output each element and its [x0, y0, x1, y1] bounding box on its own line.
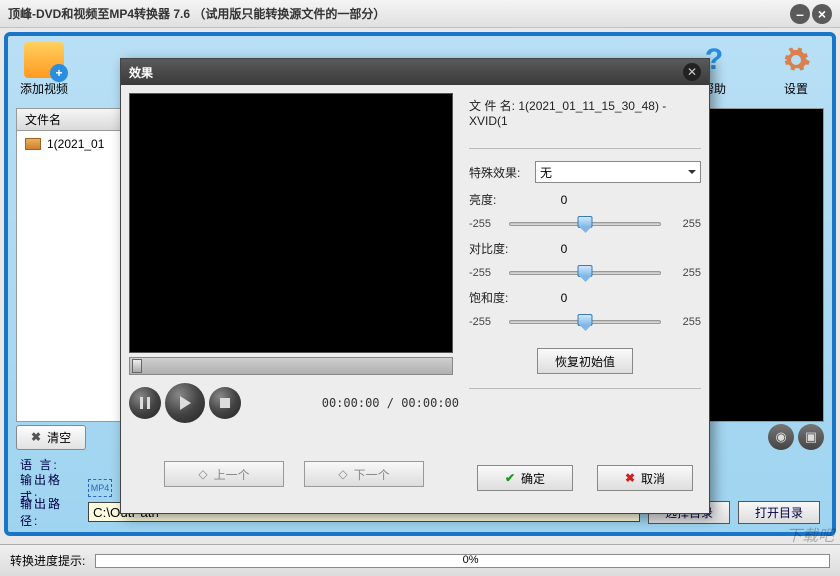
saturation-label: 饱和度:: [469, 289, 535, 306]
next-label: 下一个: [354, 466, 390, 483]
open-folder-button[interactable]: ▣: [798, 424, 824, 450]
minimize-button[interactable]: –: [790, 4, 810, 24]
cancel-label: 取消: [641, 470, 665, 487]
dialog-title: 效果: [129, 64, 683, 81]
add-video-button[interactable]: + 添加视频: [20, 42, 68, 97]
x-icon: ✖: [31, 430, 41, 444]
prev-button[interactable]: ◇ 上一个: [164, 461, 284, 487]
ok-label: 确定: [521, 470, 545, 487]
play-button[interactable]: [165, 383, 205, 423]
seek-slider[interactable]: [129, 357, 453, 375]
effect-value: 无: [540, 164, 552, 181]
clear-button[interactable]: ✖ 清空: [16, 425, 86, 450]
dialog-file-info: 文 件 名: 1(2021_01_11_15_30_48) - XVID(1: [469, 97, 701, 128]
window-title: 顶峰-DVD和视频至MP4转换器 7.6 （试用版只能转换源文件的一部分）: [8, 5, 790, 22]
chevron-left-icon: ◇: [198, 467, 207, 481]
pause-button[interactable]: [129, 387, 161, 419]
close-button[interactable]: ×: [812, 4, 832, 24]
status-bar: 转换进度提示: 0%: [0, 544, 840, 576]
reset-button[interactable]: 恢复初始值: [537, 348, 633, 374]
effects-dialog: 效果 ✕ 00:00:00 / 00:00:00 ◇ 上一个 ◇: [120, 58, 710, 514]
play-icon: [177, 395, 193, 411]
check-icon: ✔: [505, 471, 515, 485]
saturation-max: 255: [667, 316, 701, 328]
progress-bar: 0%: [95, 554, 830, 568]
contrast-min: -255: [469, 267, 503, 279]
playback-controls: 00:00:00 / 00:00:00: [129, 383, 459, 423]
stop-icon: [219, 397, 231, 409]
pause-icon: [139, 397, 151, 409]
progress-percent: 0%: [463, 554, 479, 566]
saturation-value: 0: [535, 291, 593, 305]
prev-label: 上一个: [214, 466, 250, 483]
seek-thumb[interactable]: [132, 359, 142, 373]
contrast-max: 255: [667, 267, 701, 279]
brightness-min: -255: [469, 218, 503, 230]
contrast-label: 对比度:: [469, 240, 535, 257]
open-dir-button[interactable]: 打开目录: [738, 501, 820, 524]
x-icon: ✖: [625, 471, 635, 485]
divider: [469, 388, 701, 389]
add-video-label: 添加视频: [20, 80, 68, 97]
language-label: 语 言:: [20, 456, 80, 473]
reset-label: 恢复初始值: [555, 353, 615, 370]
clear-label: 清空: [47, 429, 71, 446]
cancel-button[interactable]: ✖ 取消: [597, 465, 693, 491]
dialog-settings-pane: 文 件 名: 1(2021_01_11_15_30_48) - XVID(1 特…: [459, 93, 701, 505]
mp4-icon: MP4: [88, 479, 112, 497]
file-name: 1(2021_01: [47, 137, 104, 151]
file-label: 文 件 名:: [469, 99, 515, 113]
dialog-close-button[interactable]: ✕: [683, 63, 701, 81]
brightness-slider[interactable]: [509, 222, 661, 226]
chevron-right-icon: ◇: [338, 467, 347, 481]
titlebar: 顶峰-DVD和视频至MP4转换器 7.6 （试用版只能转换源文件的一部分） – …: [0, 0, 840, 28]
gear-icon: [781, 45, 811, 75]
contrast-value: 0: [535, 242, 593, 256]
brightness-thumb[interactable]: [578, 216, 593, 232]
dialog-titlebar: 效果 ✕: [121, 59, 709, 85]
video-file-icon: [25, 138, 41, 150]
next-button[interactable]: ◇ 下一个: [304, 461, 424, 487]
stop-button[interactable]: [209, 387, 241, 419]
dialog-preview-pane: 00:00:00 / 00:00:00 ◇ 上一个 ◇ 下一个: [129, 93, 459, 505]
settings-label: 设置: [784, 80, 808, 97]
ok-button[interactable]: ✔ 确定: [477, 465, 573, 491]
settings-button[interactable]: 设置: [772, 42, 820, 97]
effect-label: 特殊效果:: [469, 164, 535, 181]
contrast-thumb[interactable]: [578, 265, 593, 281]
effect-preview: [129, 93, 453, 353]
effect-select[interactable]: 无: [535, 161, 701, 183]
progress-label: 转换进度提示:: [10, 552, 85, 569]
saturation-min: -255: [469, 316, 503, 328]
contrast-slider[interactable]: [509, 271, 661, 275]
saturation-slider[interactable]: [509, 320, 661, 324]
watermark: 下载吧: [786, 522, 834, 546]
brightness-label: 亮度:: [469, 191, 535, 208]
brightness-value: 0: [535, 193, 593, 207]
snapshot-button[interactable]: ◉: [768, 424, 794, 450]
brightness-max: 255: [667, 218, 701, 230]
playback-time: 00:00:00 / 00:00:00: [322, 396, 459, 410]
path-label: 输出路径:: [20, 495, 80, 529]
divider: [469, 148, 701, 149]
saturation-thumb[interactable]: [578, 314, 593, 330]
